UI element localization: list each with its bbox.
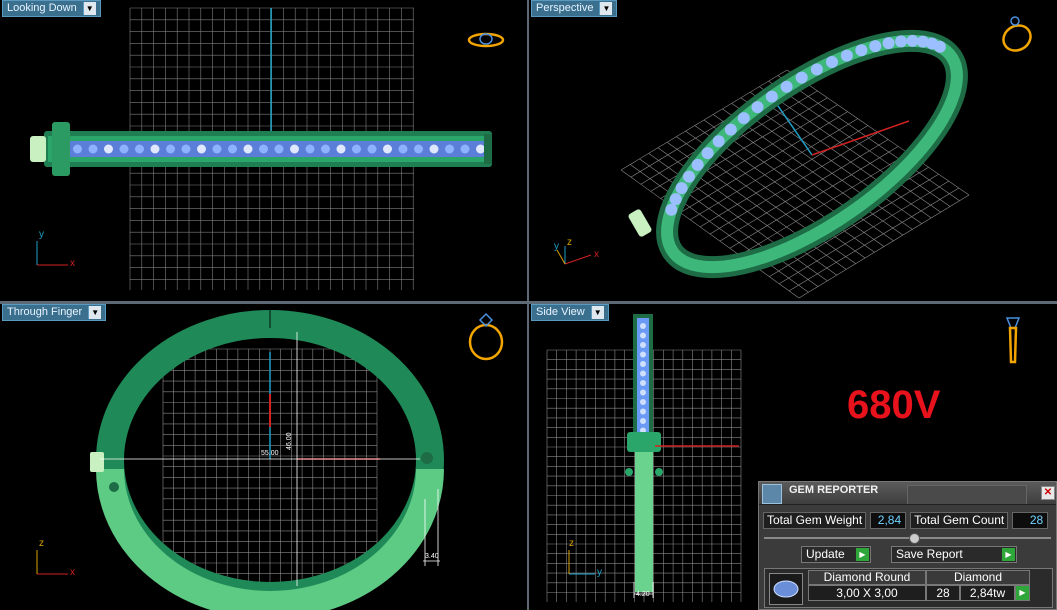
close-icon[interactable]: ✕ <box>1041 486 1055 500</box>
slider-track <box>764 537 1051 539</box>
viewport-splitter-vertical[interactable] <box>527 0 529 610</box>
perspective-scene <box>556 16 1032 299</box>
chevron-down-icon[interactable]: ▼ <box>88 306 102 319</box>
play-icon: ▶ <box>1002 548 1015 561</box>
ring-view-icon <box>1005 317 1021 364</box>
through-finger-scene <box>36 310 504 610</box>
gem-list: Diamond Round 3,00 X 3,00 Diamond 28 2,8… <box>764 568 1053 608</box>
ring-view-icon <box>468 312 504 361</box>
gem-totals-row: Total Gem Weight 2,84 Total Gem Count 28 <box>763 512 1049 529</box>
chevron-down-icon[interactable]: ▼ <box>82 2 96 15</box>
gem-reporter-titlebar[interactable]: GEM REPORTER ✕ <box>759 482 1056 505</box>
gem-weight: 2,84tw <box>960 585 1015 601</box>
gem-count: 28 <box>926 585 960 601</box>
looking-down-scene <box>30 7 505 290</box>
viewport-splitter-horizontal[interactable] <box>0 301 1057 304</box>
play-icon: ▶ <box>856 548 869 561</box>
gem-report-icon <box>762 484 782 504</box>
gem-name: Diamond Round <box>808 570 926 585</box>
gem-row <box>665 34 946 216</box>
model-label: 680V <box>847 383 941 427</box>
update-button[interactable]: Update ▶ <box>801 546 871 563</box>
gem-size: 3,00 X 3,00 <box>808 585 926 601</box>
viewport-perspective[interactable]: x y z Perspective ▼ <box>529 0 1057 301</box>
viewport-title-perspective[interactable]: Perspective ▼ <box>531 0 618 17</box>
chevron-down-icon[interactable]: ▼ <box>599 2 613 15</box>
total-gem-count-label: Total Gem Count <box>910 512 1009 529</box>
total-gem-weight-value: 2,84 <box>870 512 907 529</box>
slider-handle[interactable] <box>909 533 920 544</box>
y-axis-label: y <box>554 241 559 252</box>
height-dimension: 46.00 <box>286 432 293 450</box>
viewport-title-side-view[interactable]: Side View ▼ <box>531 304 609 321</box>
diamond-round-icon <box>769 573 803 605</box>
viewport-through-finger[interactable]: 55.00 46.00 3.40 x z Through Finger ▼ <box>0 304 527 610</box>
x-axis-label: x <box>594 249 599 260</box>
total-gem-count-value: 28 <box>1012 512 1049 529</box>
gem-reporter-slider[interactable] <box>764 533 1051 544</box>
gem-row-go-button[interactable]: ▶ <box>1015 585 1030 601</box>
z-axis-label: z <box>567 237 572 248</box>
gem-reporter-panel: GEM REPORTER ✕ Total Gem Weight 2,84 Tot… <box>758 481 1057 610</box>
side-width-dimension: 4.20 <box>636 591 650 598</box>
y-axis-label: y <box>39 229 44 240</box>
viewport-title-looking-down[interactable]: Looking Down ▼ <box>2 0 101 17</box>
gem-material: Diamond <box>926 570 1030 585</box>
z-axis-label: z <box>39 538 44 549</box>
save-report-button[interactable]: Save Report ▶ <box>891 546 1017 563</box>
gem-reporter-tab[interactable] <box>907 485 1027 504</box>
z-axis-label: z <box>569 538 574 549</box>
x-axis-label: x <box>70 567 75 578</box>
x-axis-label: x <box>70 258 75 269</box>
gem-reporter-title: GEM REPORTER <box>789 484 879 496</box>
viewport-title-through-finger[interactable]: Through Finger ▼ <box>2 304 107 321</box>
chevron-down-icon[interactable]: ▼ <box>590 306 604 319</box>
band-thickness-dimension: 3.40 <box>425 553 439 560</box>
ring-view-icon <box>467 32 505 48</box>
total-gem-weight-label: Total Gem Weight <box>763 512 867 529</box>
ring-view-icon <box>1002 16 1032 52</box>
y-axis-label: y <box>597 567 602 578</box>
viewport-looking-down[interactable]: x y Looking Down ▼ <box>0 0 527 301</box>
width-dimension: 55.00 <box>261 450 279 457</box>
